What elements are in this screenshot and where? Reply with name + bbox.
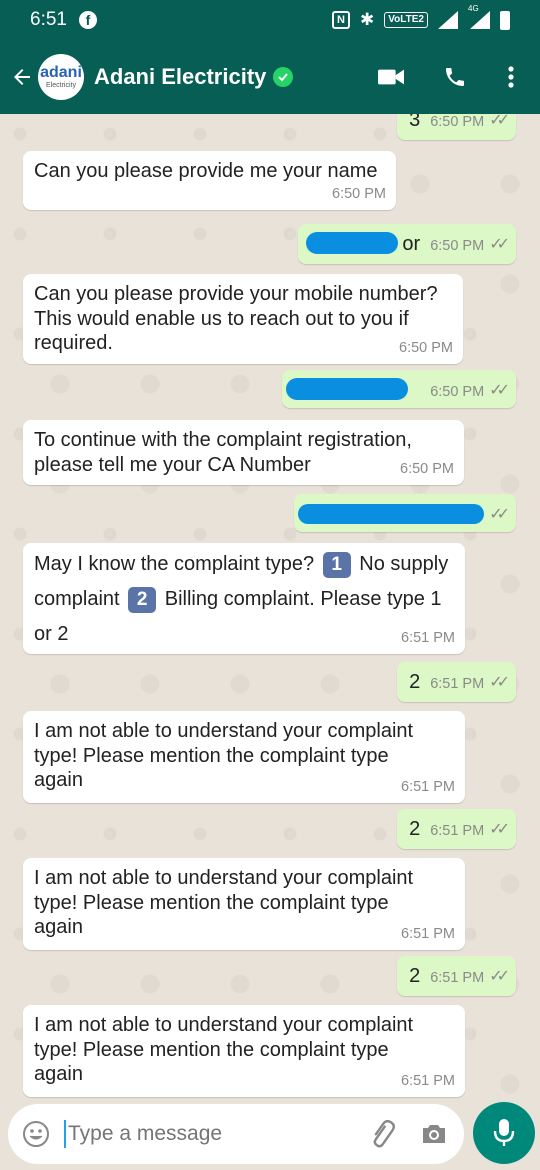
volte-badge: VoLTE2 <box>384 12 428 28</box>
status-indicators: N ✱ VoLTE2 4G <box>332 4 510 30</box>
message-time: 6:51 PM <box>430 969 485 986</box>
message-outgoing[interactable]: 6:50 PM ✓✓ <box>282 370 516 408</box>
voice-message-button[interactable] <box>473 1102 535 1164</box>
more-vert-icon <box>508 66 514 88</box>
message-time: 6:50 PM <box>430 237 485 254</box>
avatar-logo-text: adani <box>40 64 82 81</box>
message-time: 6:51 PM <box>430 822 485 839</box>
status-bar: 6:51 f N ✱ VoLTE2 4G <box>0 0 540 40</box>
message-outgoing[interactable]: 3 6:50 PM ✓✓ <box>397 114 516 140</box>
smiley-icon[interactable] <box>22 1120 50 1148</box>
video-camera-icon <box>378 69 404 85</box>
paperclip-icon[interactable] <box>368 1119 398 1149</box>
verified-badge-icon <box>273 67 294 87</box>
message-text: 2 <box>409 964 421 987</box>
message-outgoing[interactable]: 2 6:51 PM ✓✓ <box>397 662 516 702</box>
message-time: 6:50 PM <box>332 185 386 202</box>
message-incoming[interactable]: May I know the complaint type? 1 No supp… <box>23 543 465 654</box>
message-text-part: May I know the complaint type? <box>34 553 315 575</box>
text-cursor <box>64 1120 66 1148</box>
message-time: 6:51 PM <box>401 925 455 942</box>
message-time: 6:50 PM <box>430 383 485 400</box>
battery-icon <box>500 10 510 30</box>
contact-name[interactable]: Adani Electricity <box>94 64 266 90</box>
message-time: 6:51 PM <box>401 630 455 646</box>
message-text: or <box>402 232 421 255</box>
message-incoming[interactable]: Can you please provide me your name 6:50… <box>23 151 396 210</box>
microphone-icon <box>493 1119 515 1146</box>
voice-call-button[interactable] <box>442 64 468 90</box>
message-time: 6:51 PM <box>401 778 455 795</box>
message-time: 6:51 PM <box>430 675 485 692</box>
chat-header: adani Electricity Adani Electricity <box>0 40 540 114</box>
redaction-mark <box>306 232 398 254</box>
read-receipt-icon: ✓✓ <box>489 236 510 253</box>
header-actions <box>378 64 540 90</box>
message-outgoing[interactable]: or 6:50 PM ✓✓ <box>298 224 516 264</box>
arrow-left-icon[interactable] <box>10 65 34 89</box>
keycap-two-icon: 2 <box>128 586 157 613</box>
camera-icon[interactable] <box>420 1120 448 1148</box>
message-incoming[interactable]: I am not able to understand your complai… <box>23 858 465 950</box>
message-incoming[interactable]: I am not able to understand your complai… <box>23 1005 465 1097</box>
message-incoming[interactable]: Can you please provide your mobile numbe… <box>23 274 463 364</box>
message-time: 6:50 PM <box>430 114 485 130</box>
phone-icon <box>446 68 464 86</box>
network-type-label: 4G <box>468 4 479 13</box>
facebook-notification-icon: f <box>78 11 97 29</box>
read-receipt-icon: ✓✓ <box>489 968 510 985</box>
read-receipt-icon: ✓✓ <box>489 674 510 691</box>
nfc-icon: N <box>332 11 350 29</box>
message-outgoing[interactable]: 2 6:51 PM ✓✓ <box>397 809 516 849</box>
read-receipt-icon: ✓✓ <box>489 382 510 399</box>
message-input[interactable] <box>68 1122 328 1146</box>
message-incoming[interactable]: I am not able to understand your complai… <box>23 711 465 803</box>
avatar-logo-subtext: Electricity <box>46 82 76 89</box>
more-options-button[interactable] <box>498 64 524 90</box>
signal-4g-icon: 4G <box>468 4 490 29</box>
video-call-button[interactable] <box>378 64 404 90</box>
message-text: Can you please provide me your name <box>34 160 378 182</box>
read-receipt-icon: ✓✓ <box>489 506 510 523</box>
message-text: 2 <box>409 817 421 840</box>
read-receipt-icon: ✓✓ <box>489 821 510 838</box>
message-outgoing[interactable]: ✓✓ <box>294 494 516 532</box>
keycap-one-icon: 1 <box>322 551 351 578</box>
message-time: 6:51 PM <box>401 1072 455 1089</box>
status-time: 6:51 <box>30 9 67 30</box>
chat-messages[interactable]: 3 6:50 PM ✓✓ Can you please provide me y… <box>0 114 540 1100</box>
avatar[interactable]: adani Electricity <box>38 54 84 100</box>
redaction-mark <box>298 504 484 524</box>
signal-icon <box>438 11 458 29</box>
read-receipt-icon: ✓✓ <box>489 114 510 129</box>
redaction-mark <box>286 378 408 400</box>
bluetooth-icon: ✱ <box>360 10 375 29</box>
message-text: 2 <box>409 670 421 693</box>
message-composer <box>8 1104 464 1164</box>
message-outgoing[interactable]: 2 6:51 PM ✓✓ <box>397 956 516 996</box>
message-text: 3 <box>409 114 421 131</box>
message-incoming[interactable]: To continue with the complaint registrat… <box>23 420 464 485</box>
